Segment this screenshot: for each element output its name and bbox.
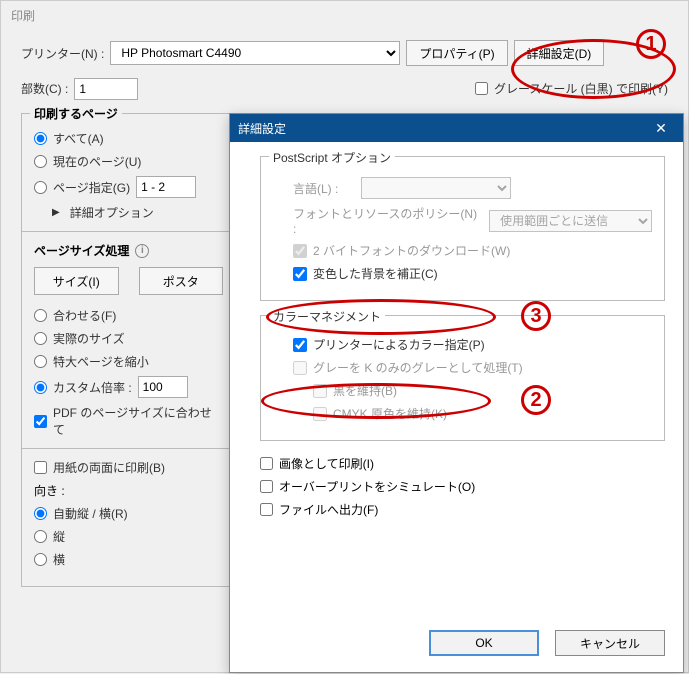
compensate-bg-label: 変色した背景を補正(C) bbox=[313, 265, 438, 282]
size-actual-label: 実際のサイズ bbox=[53, 330, 125, 347]
printer-select[interactable]: HP Photosmart C4490 bbox=[110, 41, 400, 65]
orient-landscape-label: 横 bbox=[53, 551, 65, 568]
gray-k-checkbox bbox=[293, 361, 307, 375]
printer-label: プリンター(N) : bbox=[21, 45, 104, 62]
preserve-cmyk-checkbox bbox=[313, 407, 327, 421]
orientation-label: 向き : bbox=[34, 482, 223, 499]
size-fit-radio[interactable] bbox=[34, 309, 47, 322]
color-management-fieldset: カラーマネジメント プリンターによるカラー指定(P) グレーを K のみのグレー… bbox=[260, 315, 665, 441]
size-custom-label: カスタム倍率 : bbox=[53, 379, 132, 396]
preserve-black-label: 黒を維持(B) bbox=[333, 382, 397, 399]
pages-group-title: 印刷するページ bbox=[30, 105, 122, 122]
pages-more-options[interactable]: 詳細オプション bbox=[52, 204, 223, 221]
download-2byte-label: 2 バイトフォントのダウンロード(W) bbox=[313, 242, 510, 259]
size-shrink-radio[interactable] bbox=[34, 355, 47, 368]
font-policy-label: フォントとリソースのポリシー(N) : bbox=[293, 205, 481, 236]
window-title: 印刷 bbox=[1, 1, 688, 30]
copies-input[interactable] bbox=[74, 78, 138, 100]
pages-current-radio[interactable] bbox=[34, 155, 47, 168]
grayscale-checkbox[interactable] bbox=[475, 82, 488, 95]
output-file-checkbox[interactable] bbox=[260, 503, 273, 516]
advanced-dialog-titlebar: 詳細設定 ✕ bbox=[230, 114, 683, 142]
size-custom-radio[interactable] bbox=[34, 381, 47, 394]
compensate-bg-checkbox[interactable] bbox=[293, 267, 307, 281]
size-custom-input[interactable] bbox=[138, 376, 188, 398]
info-icon[interactable]: i bbox=[135, 244, 149, 258]
printer-color-label: プリンターによるカラー指定(P) bbox=[313, 336, 485, 353]
orient-auto-label: 自動縦 / 横(R) bbox=[53, 505, 128, 522]
print-as-image-checkbox[interactable] bbox=[260, 457, 273, 470]
pages-all-label: すべて(A) bbox=[53, 130, 104, 147]
both-sides-checkbox[interactable] bbox=[34, 461, 47, 474]
tab-size-button[interactable]: サイズ(I) bbox=[34, 267, 119, 295]
orient-auto-radio[interactable] bbox=[34, 507, 47, 520]
pdf-pagesize-label: PDF のページサイズに合わせて bbox=[53, 404, 223, 438]
cm-legend: カラーマネジメント bbox=[269, 308, 385, 325]
simulate-overprint-label: オーバープリントをシミュレート(O) bbox=[279, 478, 475, 495]
close-icon[interactable]: ✕ bbox=[647, 117, 675, 139]
pages-all-radio[interactable] bbox=[34, 132, 47, 145]
orient-portrait-radio[interactable] bbox=[34, 530, 47, 543]
pdf-pagesize-checkbox[interactable] bbox=[34, 415, 47, 428]
advanced-settings-dialog: 詳細設定 ✕ PostScript オプション 言語(L) : フォントとリソー… bbox=[229, 113, 684, 673]
cancel-button[interactable]: キャンセル bbox=[555, 630, 665, 656]
copies-label: 部数(C) : bbox=[21, 80, 68, 97]
output-file-label: ファイルへ出力(F) bbox=[279, 501, 378, 518]
size-actual-radio[interactable] bbox=[34, 332, 47, 345]
both-sides-label: 用紙の両面に印刷(B) bbox=[53, 459, 165, 476]
orient-landscape-radio[interactable] bbox=[34, 553, 47, 566]
gray-k-label: グレーを K のみのグレーとして処理(T) bbox=[313, 359, 523, 376]
pages-range-radio[interactable] bbox=[34, 181, 47, 194]
pages-range-input[interactable] bbox=[136, 176, 196, 198]
pages-current-label: 現在のページ(U) bbox=[53, 153, 141, 170]
preserve-black-checkbox bbox=[313, 384, 327, 398]
tab-poster-button[interactable]: ポスタ bbox=[139, 267, 224, 295]
download-2byte-checkbox bbox=[293, 244, 307, 258]
size-fit-label: 合わせる(F) bbox=[53, 307, 116, 324]
simulate-overprint-checkbox[interactable] bbox=[260, 480, 273, 493]
grayscale-label: グレースケール (白黒) で印刷(Y) bbox=[494, 80, 668, 97]
sizing-group-title: ページサイズ処理 bbox=[34, 242, 129, 259]
advanced-dialog-title: 詳細設定 bbox=[238, 120, 286, 137]
properties-button[interactable]: プロパティ(P) bbox=[406, 40, 507, 66]
postscript-fieldset: PostScript オプション 言語(L) : フォントとリソースのポリシー(… bbox=[260, 156, 665, 301]
orient-portrait-label: 縦 bbox=[53, 528, 65, 545]
pages-range-label: ページ指定(G) bbox=[53, 179, 130, 196]
size-shrink-label: 特大ページを縮小 bbox=[53, 353, 149, 370]
postscript-legend: PostScript オプション bbox=[269, 149, 395, 166]
lang-select bbox=[361, 177, 511, 199]
preserve-cmyk-label: CMYK 原色を維持(K) bbox=[333, 405, 447, 422]
font-policy-select: 使用範囲ごとに送信 bbox=[489, 210, 652, 232]
printer-color-checkbox[interactable] bbox=[293, 338, 307, 352]
lang-label: 言語(L) : bbox=[293, 180, 353, 197]
ok-button[interactable]: OK bbox=[429, 630, 539, 656]
print-as-image-label: 画像として印刷(I) bbox=[279, 455, 374, 472]
advanced-settings-button[interactable]: 詳細設定(D) bbox=[514, 40, 605, 66]
pages-group: 印刷するページ すべて(A) 現在のページ(U) ページ指定(G) 詳細オプショ… bbox=[21, 113, 236, 587]
